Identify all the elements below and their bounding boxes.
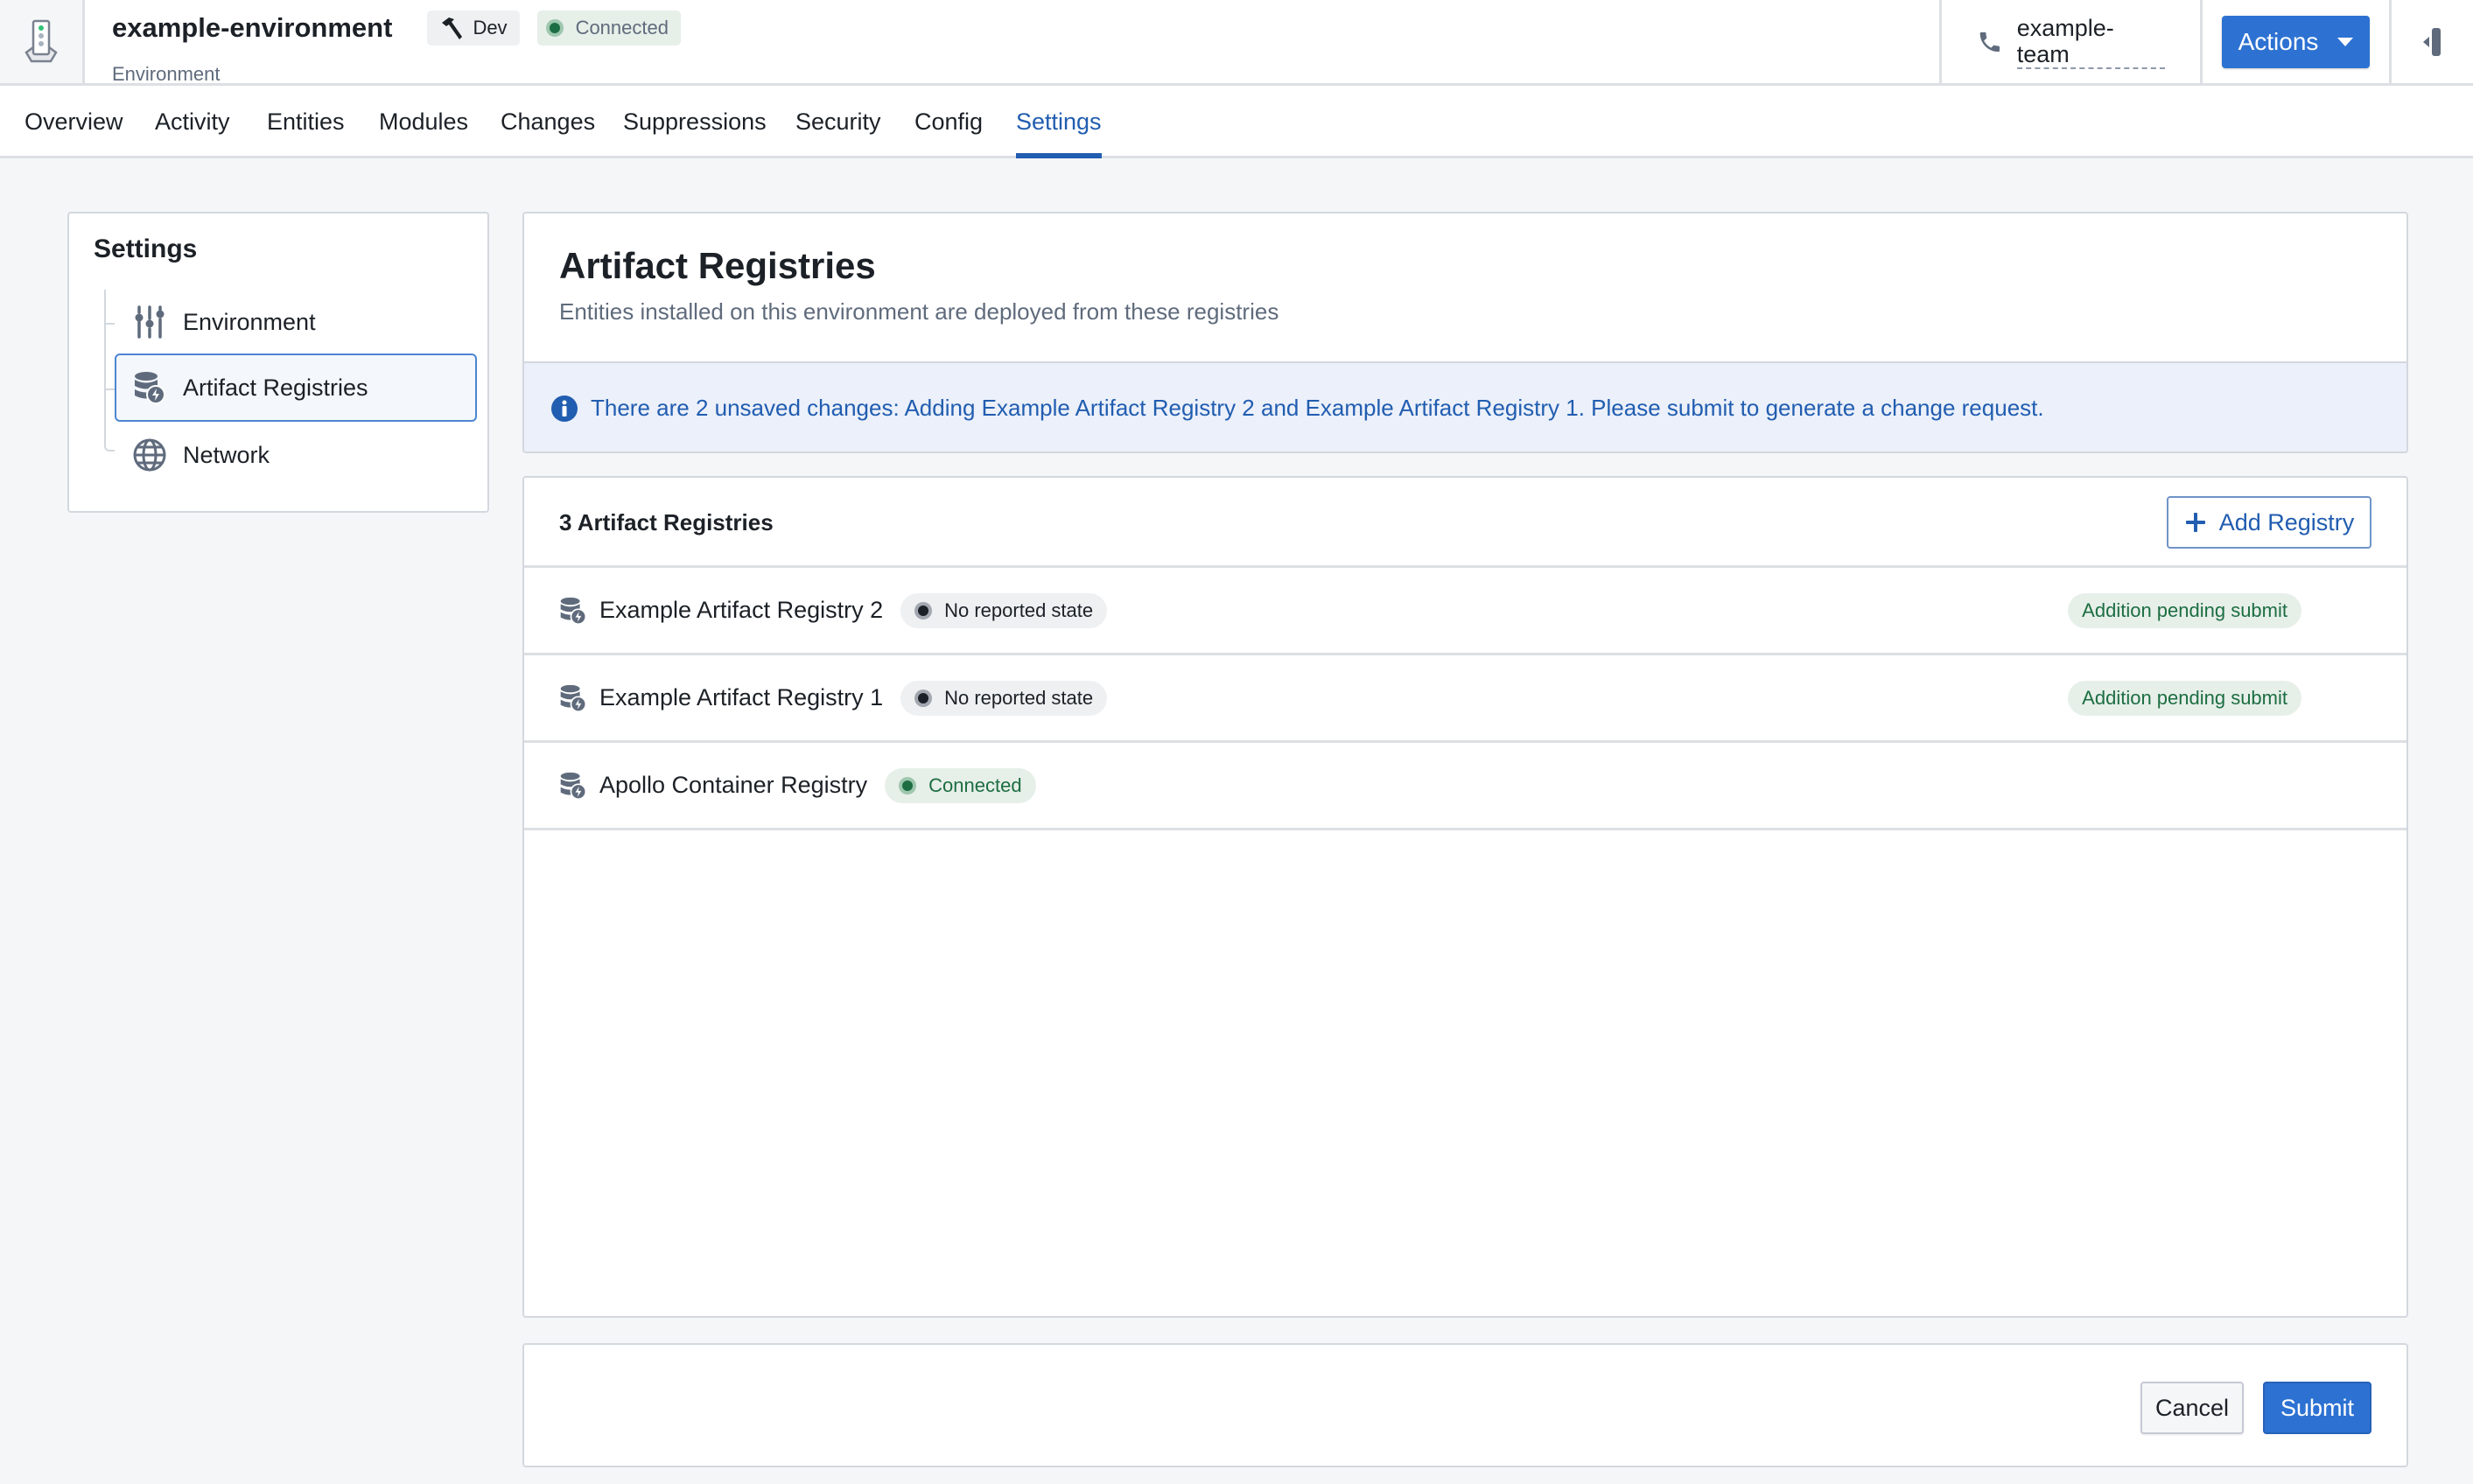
registry-row[interactable]: Example Artifact Registry 2 No reported … — [524, 568, 2406, 655]
database-lightning-icon — [560, 772, 587, 800]
connection-status-badge: Connected — [536, 10, 681, 46]
sidebar-item-label: Environment — [183, 308, 316, 335]
connection-status-label: Connected — [575, 17, 669, 38]
registry-row[interactable]: Apollo Container Registry Connected — [524, 743, 2406, 830]
sliders-icon — [132, 304, 167, 340]
sidebar-item-label: Network — [183, 441, 270, 468]
environment-logo[interactable] — [0, 0, 85, 83]
header-actions: example-team Actions — [1939, 0, 2473, 83]
sidebar-item-network[interactable]: Network — [115, 421, 477, 489]
server-icon — [25, 19, 58, 62]
status-dot-icon — [918, 605, 929, 616]
dev-badge: Dev — [427, 10, 520, 46]
registry-state-label: No reported state — [944, 686, 1094, 709]
page-title: Artifact Registries — [559, 245, 876, 286]
pending-tag: Addition pending submit — [2068, 592, 2301, 628]
tab-overview[interactable]: Overview — [25, 108, 123, 156]
tab-suppressions[interactable]: Suppressions — [623, 108, 767, 156]
registry-state-label: No reported state — [944, 598, 1094, 621]
cancel-button[interactable]: Cancel — [2140, 1382, 2244, 1434]
sidebar-item-label: Artifact Registries — [183, 374, 368, 401]
registries-header-card: Artifact Registries Entities installed o… — [522, 212, 2408, 453]
database-lightning-icon — [560, 684, 587, 712]
database-lightning-icon — [560, 597, 587, 625]
registry-state-tag: Connected — [885, 767, 1036, 803]
registry-state-tag: No reported state — [900, 680, 1108, 716]
sidebar-item-environment[interactable]: Environment — [115, 288, 477, 356]
globe-icon — [132, 438, 167, 472]
tab-changes[interactable]: Changes — [501, 108, 595, 156]
registry-state-tag: No reported state — [900, 592, 1108, 628]
actions-container: Actions — [2200, 0, 2389, 83]
list-header: 3 Artifact Registries Add Registry — [524, 478, 2406, 568]
add-registry-label: Add Registry — [2218, 508, 2355, 536]
form-footer: Cancel Submit — [522, 1343, 2408, 1467]
tree-connector — [104, 290, 115, 452]
registry-state-label: Connected — [928, 774, 1022, 796]
add-registry-button[interactable]: Add Registry — [2167, 496, 2371, 549]
status-dot-icon — [918, 692, 929, 704]
info-icon — [551, 395, 578, 422]
unsaved-changes-banner: There are 2 unsaved changes: Adding Exam… — [524, 361, 2406, 452]
title-area: example-environment Dev Connected Enviro… — [112, 9, 681, 86]
registry-name: Apollo Container Registry — [599, 772, 868, 798]
tab-modules[interactable]: Modules — [379, 108, 468, 156]
team-contact: example-team — [1939, 0, 2200, 83]
tab-settings[interactable]: Settings — [1016, 108, 1102, 158]
database-lightning-icon — [132, 370, 167, 405]
banner-message: There are 2 unsaved changes: Adding Exam… — [591, 395, 2044, 421]
environment-title: example-environment — [112, 12, 393, 43]
sidebar-item-artifact-registries[interactable]: Artifact Registries — [115, 354, 477, 422]
tree-tick — [104, 323, 115, 325]
panel-collapse-icon — [2422, 27, 2441, 56]
registry-name: Example Artifact Registry 2 — [599, 597, 884, 623]
sidebar-title: Settings — [94, 234, 198, 263]
team-link[interactable]: example-team — [2016, 15, 2165, 69]
registry-count: 3 Artifact Registries — [559, 509, 774, 536]
phone-icon — [1979, 32, 2000, 52]
submit-button[interactable]: Submit — [2263, 1382, 2371, 1434]
plus-icon — [2185, 513, 2205, 532]
settings-sidebar: Settings Environment Artifact Registries… — [67, 212, 489, 513]
actions-label: Actions — [2238, 27, 2319, 55]
environment-subtitle: Environment — [112, 63, 221, 85]
tab-config[interactable]: Config — [914, 108, 983, 156]
sidebar-toggle-button[interactable] — [2389, 0, 2473, 83]
tab-entities[interactable]: Entities — [267, 108, 345, 156]
dev-badge-label: Dev — [473, 17, 508, 38]
environment-tabs: Overview Activity Entities Modules Chang… — [0, 86, 2473, 158]
page-subtitle: Entities installed on this environment a… — [559, 298, 1279, 325]
registry-name: Example Artifact Registry 1 — [599, 684, 884, 710]
status-dot-icon — [902, 780, 914, 791]
tree-tick — [104, 388, 115, 390]
top-header: example-environment Dev Connected Enviro… — [0, 0, 2473, 86]
actions-dropdown-button[interactable]: Actions — [2222, 15, 2370, 68]
registry-row[interactable]: Example Artifact Registry 1 No reported … — [524, 655, 2406, 743]
tab-security[interactable]: Security — [795, 108, 881, 156]
caret-down-icon — [2337, 37, 2354, 46]
status-dot-icon — [549, 23, 560, 33]
hammer-icon — [442, 18, 463, 39]
tab-activity[interactable]: Activity — [155, 108, 230, 156]
pending-tag: Addition pending submit — [2068, 680, 2301, 716]
registry-list-card: 3 Artifact Registries Add Registry Examp… — [522, 476, 2408, 1318]
